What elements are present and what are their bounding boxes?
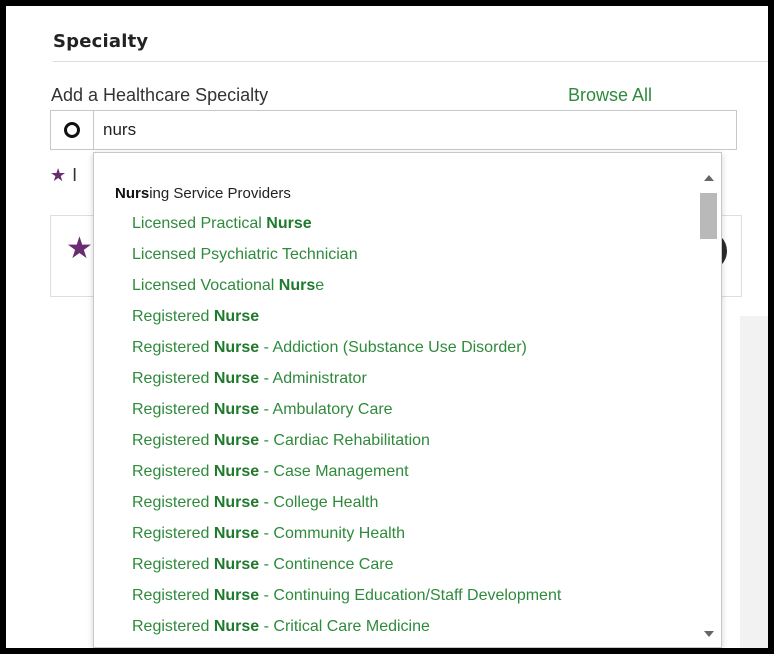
autocomplete-option[interactable]: Registered Nurse [132,308,259,326]
autocomplete-option[interactable]: Registered Nurse - Community Health [132,525,405,543]
option-match-text: Nurse [213,556,260,573]
circle-search-icon [64,122,80,138]
autocomplete-option[interactable]: Registered Nurse - Continuing Education/… [132,587,561,605]
autocomplete-option[interactable]: Registered Nurse - Cardiac Rehabilitatio… [132,432,430,450]
section-divider [53,61,768,62]
group-match-text: Nurs [115,185,150,202]
option-match-text: Nurse [213,587,260,604]
autocomplete-option[interactable]: Registered Nurse - Case Management [132,463,409,481]
option-match-text: Nurse [213,339,260,356]
selected-specialty-row: ★ I [50,165,77,186]
option-match-text: Nurs [278,277,316,294]
option-post-text: - Continuing Education/Staff Development [259,587,562,604]
group-rest-text: ing Service Providers [149,185,291,202]
star-icon: ★ [50,165,67,185]
option-pre-text: Licensed Psychiatric Technician [132,246,358,263]
option-pre-text: Registered [132,370,214,387]
autocomplete-option[interactable]: Registered Nurse - Continence Care [132,556,393,574]
option-pre-text: Registered [132,432,214,449]
section-title: Specialty [53,31,149,52]
option-post-text: - Case Management [259,463,409,480]
dropdown-scrollbar[interactable] [697,153,721,647]
autocomplete-option[interactable]: Registered Nurse - Addiction (Substance … [132,339,527,357]
option-post-text: - Ambulatory Care [259,401,393,418]
option-match-text: Nurse [266,215,312,232]
option-pre-text: Registered [132,525,214,542]
autocomplete-option[interactable]: Licensed Vocational Nurse [132,277,324,295]
option-pre-text: Registered [132,556,214,573]
option-match-text: Nurse [213,401,260,418]
option-post-text: - Cardiac Rehabilitation [259,432,430,449]
autocomplete-option[interactable]: Registered Nurse - Administrator [132,370,367,388]
option-post-text: - Addiction (Substance Use Disorder) [259,339,527,356]
option-match-text: Nurse [213,308,260,325]
option-post-text: e [315,277,325,294]
scroll-down-arrow-icon[interactable] [704,631,714,637]
option-pre-text: Licensed Vocational [132,277,279,294]
autocomplete-option[interactable]: Licensed Practical Nurse [132,215,312,233]
autocomplete-option[interactable]: Registered Nurse - Critical Care Medicin… [132,618,430,636]
option-post-text: - Continence Care [259,556,394,573]
option-match-text: Nurse [213,494,260,511]
specialty-field-label: Add a Healthcare Specialty [51,85,269,105]
autocomplete-dropdown[interactable]: Nursing Service Providers Licensed Pract… [93,152,722,648]
option-match-text: Nurse [213,463,260,480]
autocomplete-option[interactable]: Licensed Psychiatric Technician [132,246,358,264]
specialty-panel: Specialty Add a Healthcare Specialty Bro… [6,6,768,648]
browse-all-link[interactable]: Browse All [568,85,652,106]
specialty-search-box [50,110,737,150]
specialty-search-input[interactable] [103,111,703,149]
option-post-text: - College Health [259,494,379,511]
option-pre-text: Licensed Practical [132,215,267,232]
option-pre-text: Registered [132,494,214,511]
star-icon: ★ [66,232,93,265]
search-button[interactable] [51,111,94,149]
autocomplete-group-header: Nursing Service Providers [115,185,291,202]
autocomplete-option[interactable]: Registered Nurse - Ambulatory Care [132,401,393,419]
option-pre-text: Registered [132,339,214,356]
option-pre-text: Registered [132,618,214,635]
scroll-up-arrow-icon[interactable] [704,175,714,181]
autocomplete-option[interactable]: Registered Nurse - College Health [132,494,378,512]
option-pre-text: Registered [132,587,214,604]
option-match-text: Nurse [213,370,260,387]
option-post-text: - Critical Care Medicine [259,618,430,635]
selected-specialty-text: I [72,165,78,185]
option-match-text: Nurse [213,525,260,542]
option-pre-text: Registered [132,401,214,418]
option-post-text: - Administrator [259,370,367,387]
option-post-text: - Community Health [259,525,406,542]
autocomplete-list: Nursing Service Providers Licensed Pract… [94,153,695,647]
background-panel [740,316,768,648]
scrollbar-thumb[interactable] [700,193,717,239]
option-pre-text: Registered [132,463,214,480]
option-match-text: Nurse [213,432,260,449]
option-match-text: Nurse [213,618,260,635]
option-pre-text: Registered [132,308,214,325]
